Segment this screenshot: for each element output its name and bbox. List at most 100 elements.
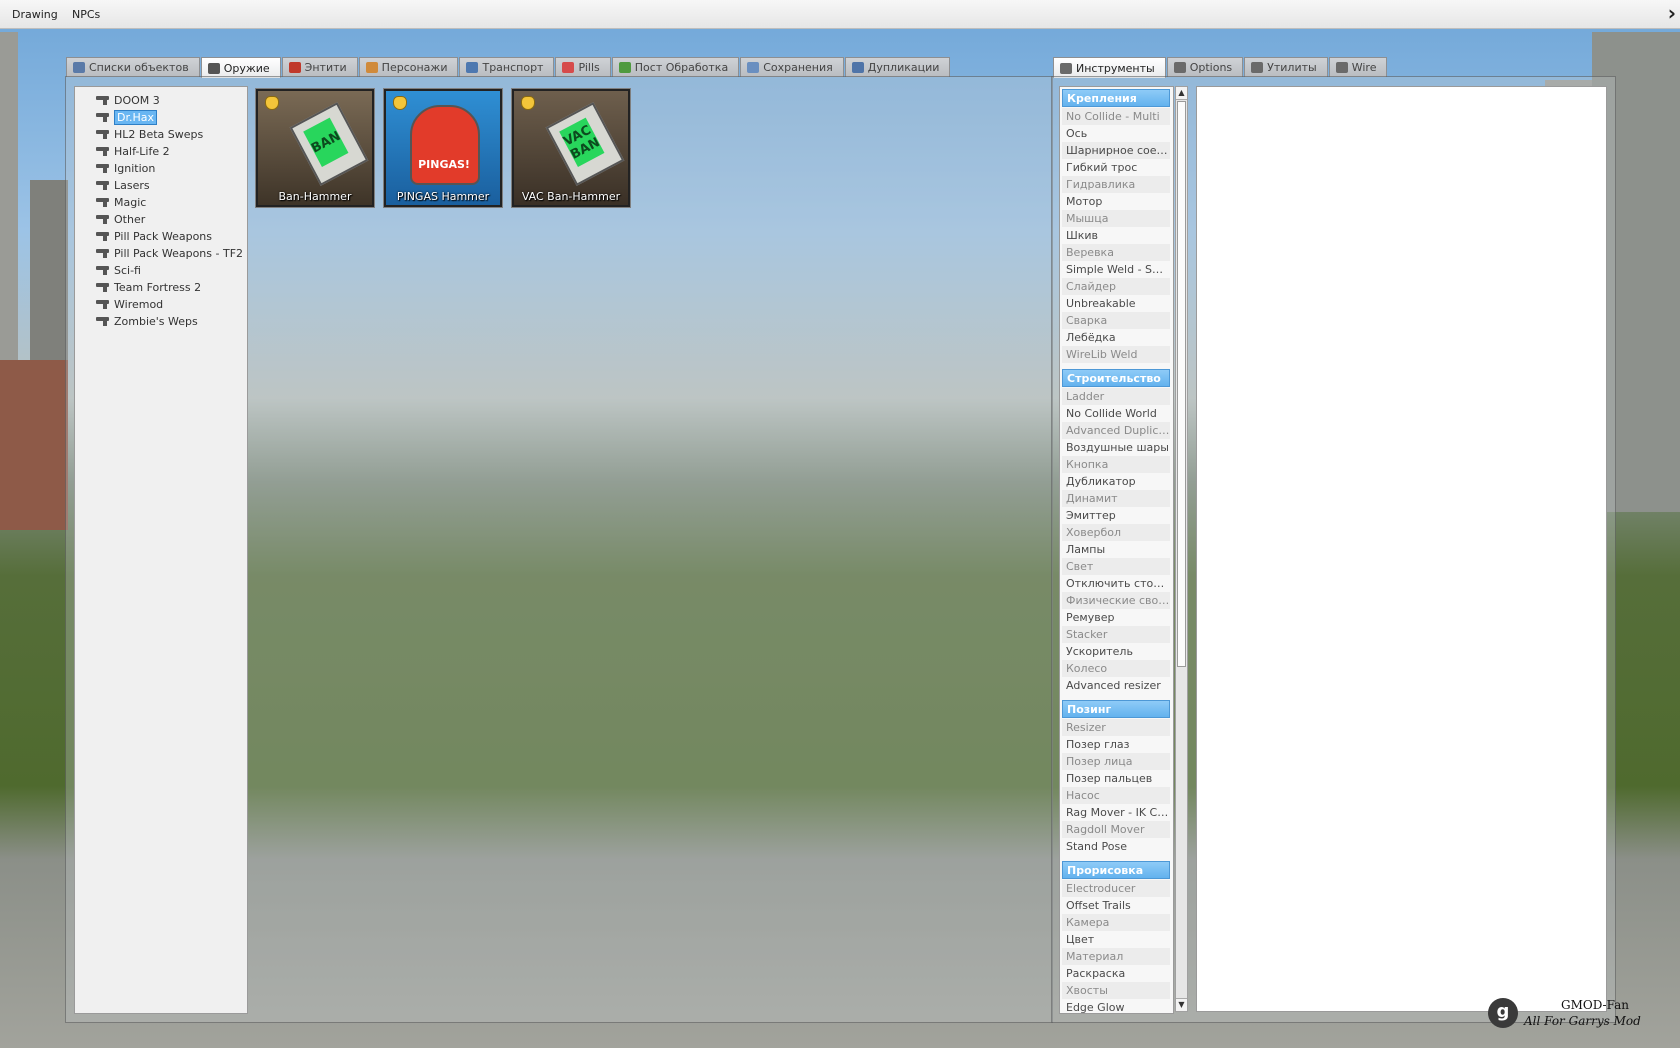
tool-item[interactable]: Свет bbox=[1062, 558, 1170, 575]
tool-item[interactable]: Ускоритель bbox=[1062, 643, 1170, 660]
tool-item[interactable]: Воздушные шары bbox=[1062, 439, 1170, 456]
tool-item[interactable]: Ragdoll Mover bbox=[1062, 821, 1170, 838]
category-item[interactable]: Ignition bbox=[96, 160, 155, 176]
tool-item[interactable]: Позер пальцев bbox=[1062, 770, 1170, 787]
tab-spawn-6[interactable]: Пост Обработка bbox=[611, 57, 740, 77]
tool-item[interactable]: Позер глаз bbox=[1062, 736, 1170, 753]
tab-spawn-4[interactable]: Транспорт bbox=[459, 57, 555, 77]
admin-shield-icon bbox=[265, 96, 279, 110]
tab-tool-3[interactable]: Wire bbox=[1328, 57, 1388, 77]
tool-item[interactable]: Stacker bbox=[1062, 626, 1170, 643]
tab-tool-1[interactable]: Options bbox=[1166, 57, 1244, 77]
tool-item[interactable]: Ladder bbox=[1062, 388, 1170, 405]
tool-item[interactable]: Лебёдка bbox=[1062, 329, 1170, 346]
tool-item[interactable]: Electroducer bbox=[1062, 880, 1170, 897]
tool-list-scrollbar[interactable]: ▲ ▼ bbox=[1175, 86, 1188, 1012]
tool-item[interactable]: Unbreakable bbox=[1062, 295, 1170, 312]
tool-item[interactable]: Физические свойства bbox=[1062, 592, 1170, 609]
tool-item[interactable]: No Collide World bbox=[1062, 405, 1170, 422]
tab-spawn-5[interactable]: Pills bbox=[555, 57, 611, 77]
tool-item[interactable]: Позер лица bbox=[1062, 753, 1170, 770]
tool-item[interactable]: Раскраска bbox=[1062, 965, 1170, 982]
tool-item[interactable]: Мотор bbox=[1062, 193, 1170, 210]
tool-item[interactable]: Веревка bbox=[1062, 244, 1170, 261]
tool-item[interactable]: WireLib Weld bbox=[1062, 346, 1170, 363]
watermark-title: GMOD-Fan bbox=[1561, 998, 1630, 1012]
tool-item[interactable]: Resizer bbox=[1062, 719, 1170, 736]
category-item[interactable]: Wiremod bbox=[96, 296, 163, 312]
tool-item[interactable]: Edge Glow bbox=[1062, 999, 1170, 1013]
tool-item[interactable]: Эмиттер bbox=[1062, 507, 1170, 524]
tab-spawn-3[interactable]: Персонажи bbox=[358, 57, 459, 77]
category-item[interactable]: Zombie's Weps bbox=[96, 313, 198, 329]
tab-spawn-0[interactable]: Списки объектов bbox=[66, 57, 200, 77]
tool-item[interactable]: Rag Mover - IK Chains bbox=[1062, 804, 1170, 821]
category-item[interactable]: Lasers bbox=[96, 177, 150, 193]
tab-tool-0[interactable]: Инструменты bbox=[1053, 57, 1166, 78]
category-label: Half-Life 2 bbox=[114, 144, 170, 158]
category-item[interactable]: Dr.Hax bbox=[96, 109, 158, 125]
image-icon bbox=[618, 62, 631, 73]
tool-item[interactable]: Offset Trails bbox=[1062, 897, 1170, 914]
weapon-icon-button[interactable]: BAN Ban-Hammer bbox=[255, 88, 375, 208]
category-item[interactable]: Other bbox=[96, 211, 145, 227]
tool-item[interactable]: Слайдер bbox=[1062, 278, 1170, 295]
tab-spawn-1[interactable]: Оружие bbox=[200, 57, 281, 78]
category-item[interactable]: Half-Life 2 bbox=[96, 143, 170, 159]
tool-item[interactable]: Насос bbox=[1062, 787, 1170, 804]
category-label: Zombie's Weps bbox=[114, 314, 198, 328]
menu-npcs[interactable]: NPCs bbox=[72, 8, 100, 21]
scroll-up-icon[interactable]: ▲ bbox=[1176, 87, 1187, 100]
category-item[interactable]: Magic bbox=[96, 194, 146, 210]
tool-category-header[interactable]: Крепления bbox=[1062, 89, 1170, 107]
tool-item[interactable]: Колесо bbox=[1062, 660, 1170, 677]
scroll-down-icon[interactable]: ▼ bbox=[1176, 998, 1187, 1011]
tool-item[interactable]: Ремувер bbox=[1062, 609, 1170, 626]
category-item[interactable]: Pill Pack Weapons bbox=[96, 228, 212, 244]
tool-category-header[interactable]: Позинг bbox=[1062, 700, 1170, 718]
tool-category-header[interactable]: Строительство bbox=[1062, 369, 1170, 387]
chevron-right-icon[interactable]: › bbox=[1668, 1, 1676, 25]
tab-spawn-7[interactable]: Сохранения bbox=[740, 57, 844, 77]
tool-item[interactable]: Simple Weld - Smart bbox=[1062, 261, 1170, 278]
tool-item[interactable]: Сварка bbox=[1062, 312, 1170, 329]
category-item[interactable]: HL2 Beta Sweps bbox=[96, 126, 203, 142]
gun-icon bbox=[96, 180, 109, 190]
category-item[interactable]: Team Fortress 2 bbox=[96, 279, 201, 295]
tool-settings-panel bbox=[1196, 86, 1607, 1012]
wrench-icon bbox=[1060, 62, 1072, 74]
tool-item[interactable]: No Collide - Multi bbox=[1062, 108, 1170, 125]
tool-item[interactable]: Мышца bbox=[1062, 210, 1170, 227]
tool-item[interactable]: Кнопка bbox=[1062, 456, 1170, 473]
tab-tool-2[interactable]: Утилиты bbox=[1244, 57, 1328, 77]
tool-item[interactable]: Гибкий трос bbox=[1062, 159, 1170, 176]
tab-spawn-8[interactable]: Дупликации bbox=[844, 57, 951, 77]
menu-drawing[interactable]: Drawing bbox=[12, 8, 58, 21]
tool-item[interactable]: Ось bbox=[1062, 125, 1170, 142]
tool-category-header[interactable]: Прорисовка bbox=[1062, 861, 1170, 879]
tool-item[interactable]: Материал bbox=[1062, 948, 1170, 965]
tool-item[interactable]: Отключить столкновения bbox=[1062, 575, 1170, 592]
tool-item[interactable]: Лампы bbox=[1062, 541, 1170, 558]
scroll-thumb[interactable] bbox=[1177, 101, 1186, 667]
tool-item[interactable]: Advanced Duplicator bbox=[1062, 422, 1170, 439]
tool-item[interactable]: Stand Pose bbox=[1062, 838, 1170, 855]
tool-item[interactable]: Ховербол bbox=[1062, 524, 1170, 541]
tool-item[interactable]: Шарнирное соединение bbox=[1062, 142, 1170, 159]
tab-spawn-2[interactable]: Энтити bbox=[281, 57, 358, 77]
tool-item[interactable]: Гидравлика bbox=[1062, 176, 1170, 193]
tool-item[interactable]: Advanced resizer bbox=[1062, 677, 1170, 694]
tool-item[interactable]: Динамит bbox=[1062, 490, 1170, 507]
tab-label: Энтити bbox=[304, 61, 347, 74]
category-item[interactable]: Sci-fi bbox=[96, 262, 141, 278]
category-item[interactable]: Pill Pack Weapons - TF2 bbox=[96, 245, 243, 261]
category-item[interactable]: DOOM 3 bbox=[96, 92, 160, 108]
tool-item[interactable]: Шкив bbox=[1062, 227, 1170, 244]
tool-item[interactable]: Цвет bbox=[1062, 931, 1170, 948]
tool-item[interactable]: Хвосты bbox=[1062, 982, 1170, 999]
weapon-icon-button[interactable]: VAC BAN VAC Ban-Hammer bbox=[511, 88, 631, 208]
tool-item[interactable]: Дубликатор bbox=[1062, 473, 1170, 490]
tool-item[interactable]: Камера bbox=[1062, 914, 1170, 931]
category-label: Pill Pack Weapons - TF2 bbox=[114, 246, 244, 260]
weapon-icon-button[interactable]: PINGAS! PINGAS Hammer bbox=[383, 88, 503, 208]
